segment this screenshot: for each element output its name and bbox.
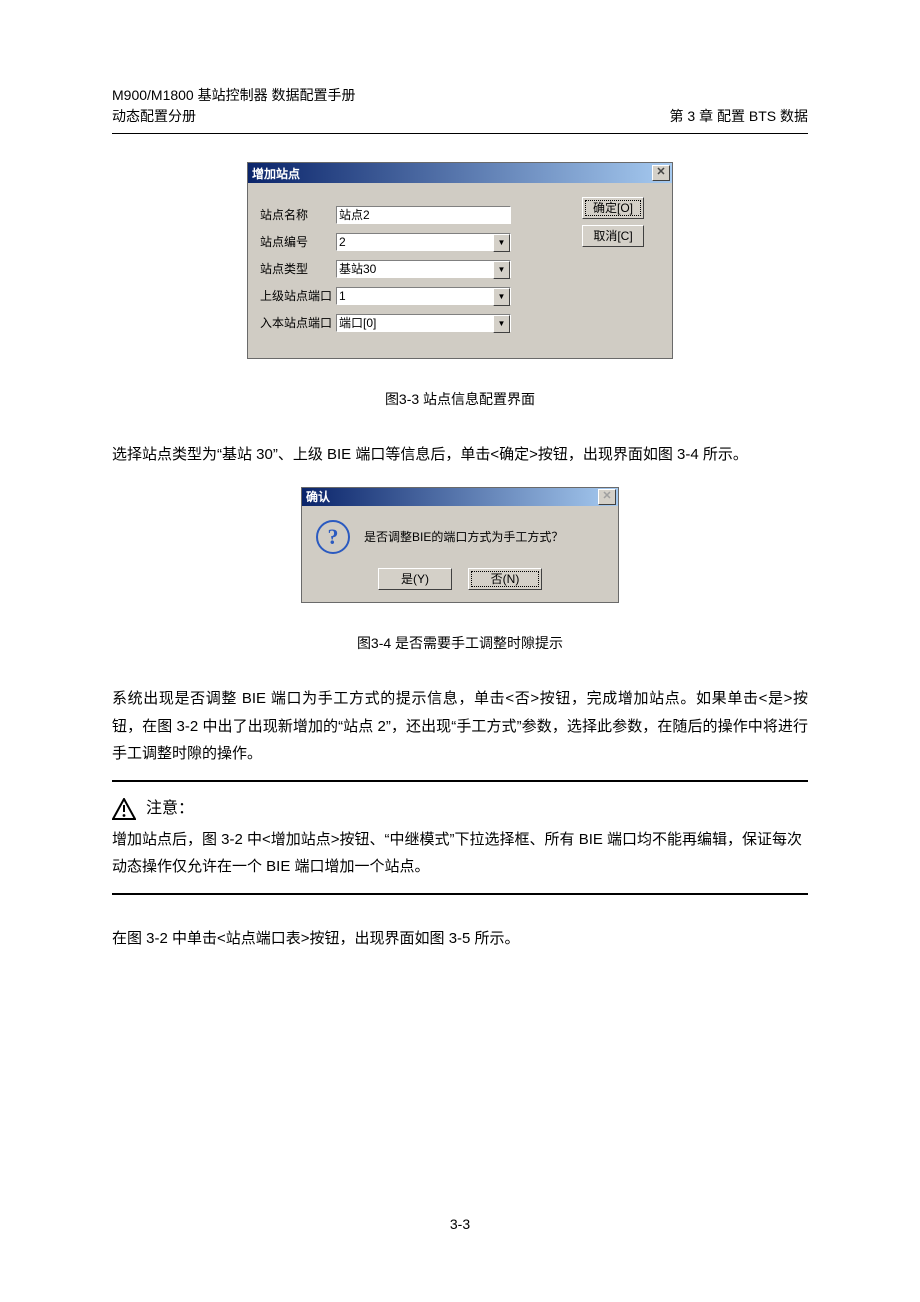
header-line1: M900/M1800 基站控制器 数据配置手册 <box>112 85 808 106</box>
confirm-message: 是否调整BIE的端口方式为手工方式？ <box>364 528 563 545</box>
close-icon[interactable]: ✕ <box>652 165 670 181</box>
cancel-button[interactable]: 取消[C] <box>582 225 644 247</box>
upper-port-combo[interactable] <box>336 287 511 305</box>
question-icon: ? <box>316 520 350 554</box>
chevron-down-icon[interactable]: ▼ <box>493 315 510 333</box>
chevron-down-icon[interactable]: ▼ <box>493 261 510 279</box>
figure-3-4-wrapper: 确认 ✕ ? 是否调整BIE的端口方式为手工方式？ 是(Y) 否(N) <box>112 487 808 603</box>
site-type-label: 站点类型 <box>260 260 336 277</box>
confirm-dialog: 确认 ✕ ? 是否调整BIE的端口方式为手工方式？ 是(Y) 否(N) <box>301 487 619 603</box>
figure-3-3-wrapper: 增加站点 ✕ 站点名称 站点编号 ▼ <box>112 162 808 359</box>
paragraph-1: 选择站点类型为“基站 30”、上级 BIE 端口等信息后，单击<确定>按钮，出现… <box>112 441 808 469</box>
figure-3-3-caption: 图3-3 站点信息配置界面 <box>112 389 808 409</box>
no-button[interactable]: 否(N) <box>468 568 542 590</box>
in-port-label: 入本站点端口 <box>260 314 336 331</box>
add-site-dialog: 增加站点 ✕ 站点名称 站点编号 ▼ <box>247 162 673 359</box>
ok-button[interactable]: 确定[O] <box>582 197 644 219</box>
warning-icon <box>112 798 136 820</box>
dialog-title: 增加站点 <box>250 165 652 182</box>
in-port-combo[interactable] <box>336 314 511 332</box>
document-page: M900/M1800 基站控制器 数据配置手册 动态配置分册 第 3 章 配置 … <box>0 0 920 1302</box>
form-area: 站点名称 站点编号 ▼ 站点类型 ▼ <box>260 197 564 336</box>
dialog-titlebar[interactable]: 增加站点 ✕ <box>248 163 672 183</box>
paragraph-3: 在图 3-2 中单击<站点端口表>按钮，出现界面如图 3-5 所示。 <box>112 925 808 953</box>
divider <box>112 780 808 782</box>
upper-port-label: 上级站点端口 <box>260 287 336 304</box>
site-type-combo[interactable] <box>336 260 511 278</box>
site-name-input[interactable] <box>336 206 511 224</box>
divider <box>112 893 808 895</box>
paragraph-2: 系统出现是否调整 BIE 端口为手工方式的提示信息，单击<否>按钮，完成增加站点… <box>112 685 808 768</box>
page-number: 3-3 <box>0 1216 920 1232</box>
chevron-down-icon[interactable]: ▼ <box>493 288 510 306</box>
yes-button[interactable]: 是(Y) <box>378 568 452 590</box>
dialog-title: 确认 <box>304 488 598 505</box>
site-number-label: 站点编号 <box>260 233 336 250</box>
site-name-label: 站点名称 <box>260 206 336 223</box>
dialog-titlebar[interactable]: 确认 ✕ <box>302 488 618 506</box>
figure-3-4-caption: 图3-4 是否需要手工调整时隙提示 <box>112 633 808 653</box>
site-number-combo[interactable] <box>336 233 511 251</box>
header-right: 第 3 章 配置 BTS 数据 <box>670 106 808 127</box>
note-title: 注意： <box>146 794 194 824</box>
chevron-down-icon[interactable]: ▼ <box>493 234 510 252</box>
close-icon[interactable]: ✕ <box>598 489 616 505</box>
dialog-button-column: 确定[O] 取消[C] <box>564 197 660 336</box>
header-left: 动态配置分册 <box>112 106 196 127</box>
page-header: M900/M1800 基站控制器 数据配置手册 动态配置分册 第 3 章 配置 … <box>112 85 808 134</box>
note-block: 注意： 增加站点后，图 3-2 中<增加站点>按钮、“中继模式”下拉选择框、所有… <box>112 794 808 881</box>
note-text: 增加站点后，图 3-2 中<增加站点>按钮、“中继模式”下拉选择框、所有 BIE… <box>112 826 808 882</box>
